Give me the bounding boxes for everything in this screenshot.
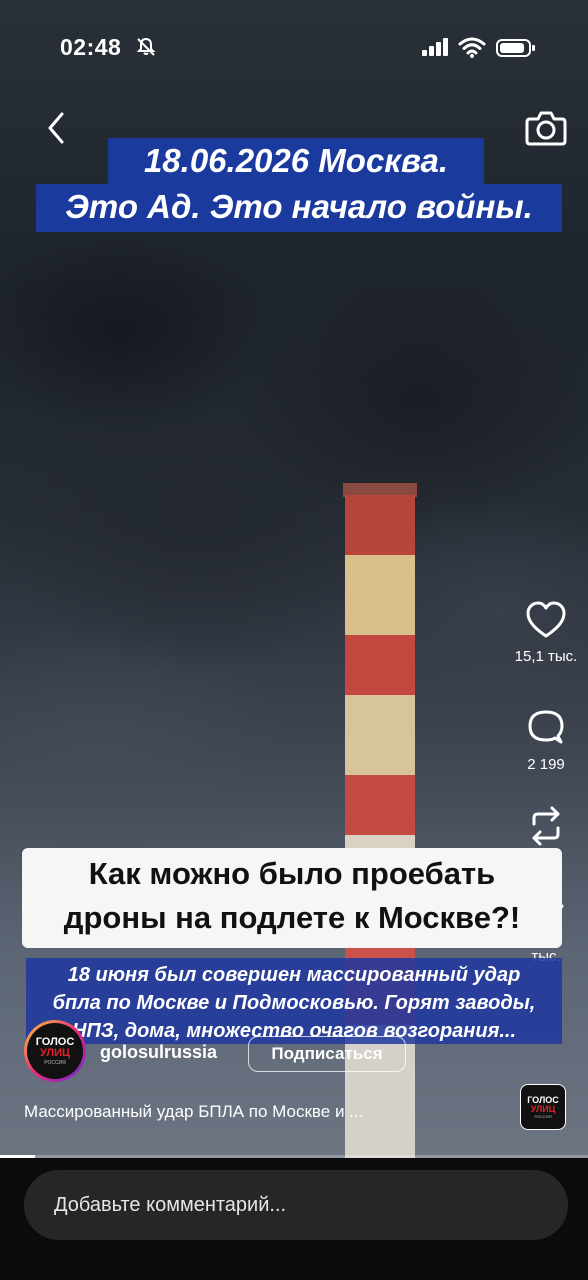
wifi-icon	[458, 37, 486, 58]
overlay-text-line-2: бпла по Москве и Подмосковью. Горят заво…	[52, 992, 536, 1014]
comment-bar	[0, 1158, 588, 1280]
overlay-caption-line-1: Как можно было проебать	[88, 856, 496, 891]
comment-input[interactable]	[24, 1170, 568, 1240]
status-time: 02:48	[60, 34, 122, 60]
repost-icon	[532, 806, 560, 846]
heart-icon	[526, 601, 566, 638]
camera-icon[interactable]	[524, 108, 568, 148]
comment-button[interactable]: 2 199	[504, 708, 588, 773]
headline-line-1: 18.06.2026 Москва.	[108, 138, 484, 186]
comment-bubble-icon	[528, 710, 564, 744]
back-arrow-icon[interactable]	[36, 108, 76, 148]
username[interactable]: golosulrussia	[100, 1042, 217, 1063]
cellular-signal-icon	[422, 38, 448, 56]
like-button[interactable]: 15,1 тыс.	[504, 600, 588, 665]
status-bar: 02:48	[0, 0, 588, 96]
avatar[interactable]: ГОЛОС УЛИЦ РОССИЯ	[24, 1020, 86, 1082]
headline-line-2: Это Ад. Это начало войны.	[36, 184, 562, 232]
subscribe-button[interactable]: Подписаться	[248, 1036, 406, 1072]
overlay-caption-line-2: дроны на подлете к Москве?!	[63, 900, 521, 935]
audio-thumbnail[interactable]: ГОЛОС УЛИЦ РОССИЯ	[520, 1084, 566, 1130]
bell-off-icon	[136, 37, 156, 56]
comments-count: 2 199	[527, 756, 565, 773]
likes-count: 15,1 тыс.	[514, 648, 578, 665]
overlay-text-box: 18 июня был совершен массированный удар …	[26, 958, 562, 1044]
avatar-logo: ГОЛОС УЛИЦ РОССИЯ	[27, 1023, 83, 1079]
overlay-caption-box: Как можно было проебать дроны на подлете…	[22, 848, 562, 948]
battery-icon	[496, 39, 535, 57]
reel-description[interactable]: Массированный удар БПЛА по Москве и ...	[24, 1102, 363, 1122]
overlay-text-line-1: 18 июня был совершен массированный удар	[67, 964, 521, 986]
